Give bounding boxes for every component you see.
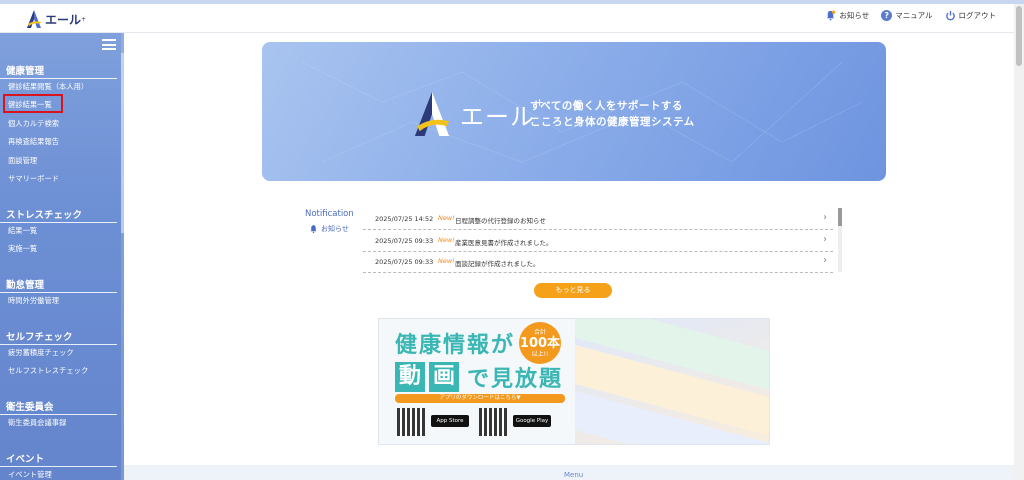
notification-date: 2025/07/25 09:33 bbox=[375, 237, 434, 245]
promo-heading-rest: で見放題 bbox=[467, 367, 564, 392]
sidebar-item-stress-runs[interactable]: 実施一覧 bbox=[8, 244, 37, 254]
sidebar-item-overtime[interactable]: 時間外労働管理 bbox=[8, 296, 59, 306]
sidebar-item-event-manage[interactable]: イベント管理 bbox=[8, 470, 52, 480]
sidebar-item-committee-minutes[interactable]: 衛生委員会議事録 bbox=[8, 418, 66, 428]
promo-badge-number: 100本 bbox=[519, 336, 561, 351]
banner-logo-icon bbox=[414, 92, 450, 136]
notification-subheading: お知らせ bbox=[309, 224, 349, 234]
notification-row[interactable]: 2025/07/25 14:52 New! 日程調整の代行登録のお知らせ › bbox=[363, 208, 833, 230]
qr-code-android bbox=[479, 408, 507, 436]
promo-banner[interactable]: 健康情報が 合計 100本 以上!! 動 画 で見放題 アプリのダウンロードはこ… bbox=[378, 318, 770, 445]
sidebar-section-stress: ストレスチェック bbox=[0, 207, 117, 223]
notification-text: 面談記録が作成されました。 bbox=[455, 260, 540, 268]
new-badge: New! bbox=[438, 257, 455, 265]
manual-link-label: マニュアル bbox=[895, 11, 933, 20]
google-play-button[interactable]: Google Play bbox=[513, 415, 551, 427]
menu-footer-label: Menu bbox=[564, 471, 584, 479]
page-scrollbar[interactable] bbox=[1014, 4, 1024, 480]
notification-date: 2025/07/25 09:33 bbox=[375, 258, 434, 266]
sidebar-section-event: イベント bbox=[0, 451, 117, 467]
sidebar-scrollbar[interactable] bbox=[121, 33, 124, 480]
menu-footer-band: Menu bbox=[124, 465, 1014, 480]
top-header: エール + お知らせ ? マニュアル ログアウト bbox=[0, 4, 1014, 33]
notification-list: 2025/07/25 14:52 New! 日程調整の代行登録のお知らせ › 2… bbox=[363, 208, 837, 273]
new-badge: New! bbox=[438, 236, 455, 244]
notification-row[interactable]: 2025/07/25 09:33 New! 面談記録が作成されました。 › bbox=[363, 251, 833, 273]
sidebar-item-stress-results[interactable]: 結果一覧 bbox=[8, 226, 37, 236]
highlight-annotation-box bbox=[3, 94, 63, 113]
banner-tagline-2: こころと身体の健康管理システム bbox=[530, 116, 695, 128]
banner-brand: エール + bbox=[410, 92, 544, 136]
app-logo[interactable]: エール + bbox=[26, 10, 86, 28]
promo-video-collage bbox=[575, 319, 769, 444]
notification-date: 2025/07/25 14:52 bbox=[375, 215, 434, 223]
notice-link-label: お知らせ bbox=[839, 11, 870, 20]
sidebar-item-self-stress[interactable]: セルフストレスチェック bbox=[8, 366, 88, 376]
qr-code-ios bbox=[397, 408, 425, 436]
notification-scrollbar-thumb[interactable] bbox=[838, 208, 842, 226]
notification-row[interactable]: 2025/07/25 09:33 New! 産業医意見書が作成されました。 › bbox=[363, 230, 833, 252]
notification-text: 日程調整の代行登録のお知らせ bbox=[455, 217, 546, 225]
header-links: お知らせ ? マニュアル ログアウト bbox=[813, 10, 996, 21]
page-scrollbar-thumb[interactable] bbox=[1016, 6, 1022, 66]
chevron-right-icon: › bbox=[823, 212, 827, 223]
notice-link[interactable]: お知らせ bbox=[825, 10, 869, 21]
sidebar-item-checkup-self[interactable]: 健診結果閲覧（本人用） bbox=[8, 82, 88, 92]
chevron-right-icon: › bbox=[823, 234, 827, 245]
logout-link[interactable]: ログアウト bbox=[945, 10, 997, 21]
sidebar-section-selfcheck: セルフチェック bbox=[0, 329, 117, 345]
logo-sup: + bbox=[81, 15, 87, 23]
chevron-right-icon: › bbox=[823, 255, 827, 266]
notification-bell-icon bbox=[310, 225, 317, 234]
more-button[interactable]: もっと見る bbox=[534, 283, 612, 298]
manual-link[interactable]: ? マニュアル bbox=[881, 10, 933, 21]
sidebar-section-committee: 衛生委員会 bbox=[0, 399, 117, 415]
promo-box-2: 画 bbox=[429, 362, 459, 392]
help-icon: ? bbox=[881, 10, 893, 21]
sidebar-item-summary[interactable]: サマリーボード bbox=[8, 174, 59, 184]
sidebar-section-health: 健康管理 bbox=[0, 63, 117, 79]
sidebar-item-karte-search[interactable]: 個人カルテ検索 bbox=[8, 119, 59, 129]
promo-badge-bottom: 以上!! bbox=[531, 351, 549, 358]
logo-text: エール bbox=[45, 12, 82, 27]
sidebar: 健康管理 健診結果閲覧（本人用） 健診結果一覧 個人カルテ検索 再検査結果報告 … bbox=[0, 33, 124, 480]
power-icon bbox=[945, 10, 955, 21]
promo-heading-2: 動 画 で見放題 bbox=[395, 361, 563, 393]
sidebar-item-fatigue-check[interactable]: 疲労蓄積度チェック bbox=[8, 348, 74, 358]
bell-icon bbox=[827, 10, 836, 21]
sidebar-section-attendance: 勤怠管理 bbox=[0, 277, 117, 293]
sidebar-item-interview[interactable]: 面談管理 bbox=[8, 156, 37, 166]
menu-toggle-icon[interactable] bbox=[102, 39, 116, 50]
sidebar-item-recheck-report[interactable]: 再検査結果報告 bbox=[8, 137, 59, 147]
promo-heading: 健康情報が bbox=[395, 333, 516, 358]
banner-tagline-1: すべての働く人をサポートする bbox=[530, 100, 683, 112]
new-badge: New! bbox=[438, 214, 455, 222]
logo-mark-icon bbox=[27, 10, 41, 28]
app-store-button[interactable]: App Store bbox=[431, 415, 469, 427]
promo-badge: 合計 100本 以上!! bbox=[519, 322, 561, 364]
promo-download-bar[interactable]: アプリのダウンロードはこちら▼ bbox=[395, 394, 565, 403]
notification-text: 産業医意見書が作成されました。 bbox=[455, 239, 553, 247]
notification-heading: Notification bbox=[305, 209, 354, 219]
promo-box-1: 動 bbox=[395, 362, 425, 392]
sidebar-scrollbar-thumb[interactable] bbox=[121, 53, 124, 233]
notification-sub-label: お知らせ bbox=[321, 225, 349, 233]
hero-banner: エール + すべての働く人をサポートする こころと身体の健康管理システム bbox=[262, 42, 886, 181]
logout-link-label: ログアウト bbox=[958, 11, 997, 20]
notification-scrollbar[interactable] bbox=[838, 208, 842, 272]
banner-brand-text: エール bbox=[460, 102, 535, 131]
